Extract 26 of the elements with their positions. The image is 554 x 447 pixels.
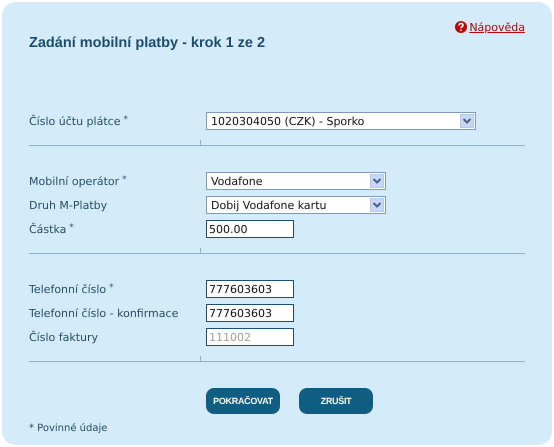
field-label: Telefonní číslo (29, 282, 106, 296)
help-link[interactable]: Nápověda (455, 20, 525, 34)
help-icon (455, 21, 468, 33)
action-button[interactable]: ZRUŠIT (299, 388, 373, 414)
required-mark: * (69, 222, 74, 232)
required-mark: * (123, 114, 128, 124)
required-mark: * (109, 282, 114, 292)
dropdown[interactable]: Vodafone (206, 172, 386, 190)
caret-icon (460, 114, 474, 128)
caret-icon (370, 174, 384, 188)
required-note: * Povinné údaje (29, 423, 108, 434)
action-button[interactable]: POKRAČOVAT (206, 388, 280, 414)
field-label: Částka (29, 222, 66, 236)
input-field[interactable]: 777603603 (206, 280, 294, 298)
input-field[interactable]: 777603603 (206, 304, 294, 322)
field-label: Číslo účtu plátce (29, 114, 120, 128)
field-label: Telefonní číslo - konfirmace (29, 306, 178, 320)
caret-icon (370, 198, 384, 212)
field-label: Mobilní operátor (29, 174, 120, 188)
page-title: Zadání mobilní platby - krok 1 ze 2 (29, 35, 266, 53)
field-label: Druh M-Platby (29, 198, 108, 212)
dropdown[interactable]: Dobij Vodafone kartu (206, 196, 386, 214)
required-mark: * (122, 174, 127, 184)
input-field[interactable]: 500.00 (206, 220, 294, 238)
field-label: Číslo faktury (29, 330, 98, 344)
dropdown[interactable]: 1020304050 (CZK) - Sporko (206, 112, 476, 130)
